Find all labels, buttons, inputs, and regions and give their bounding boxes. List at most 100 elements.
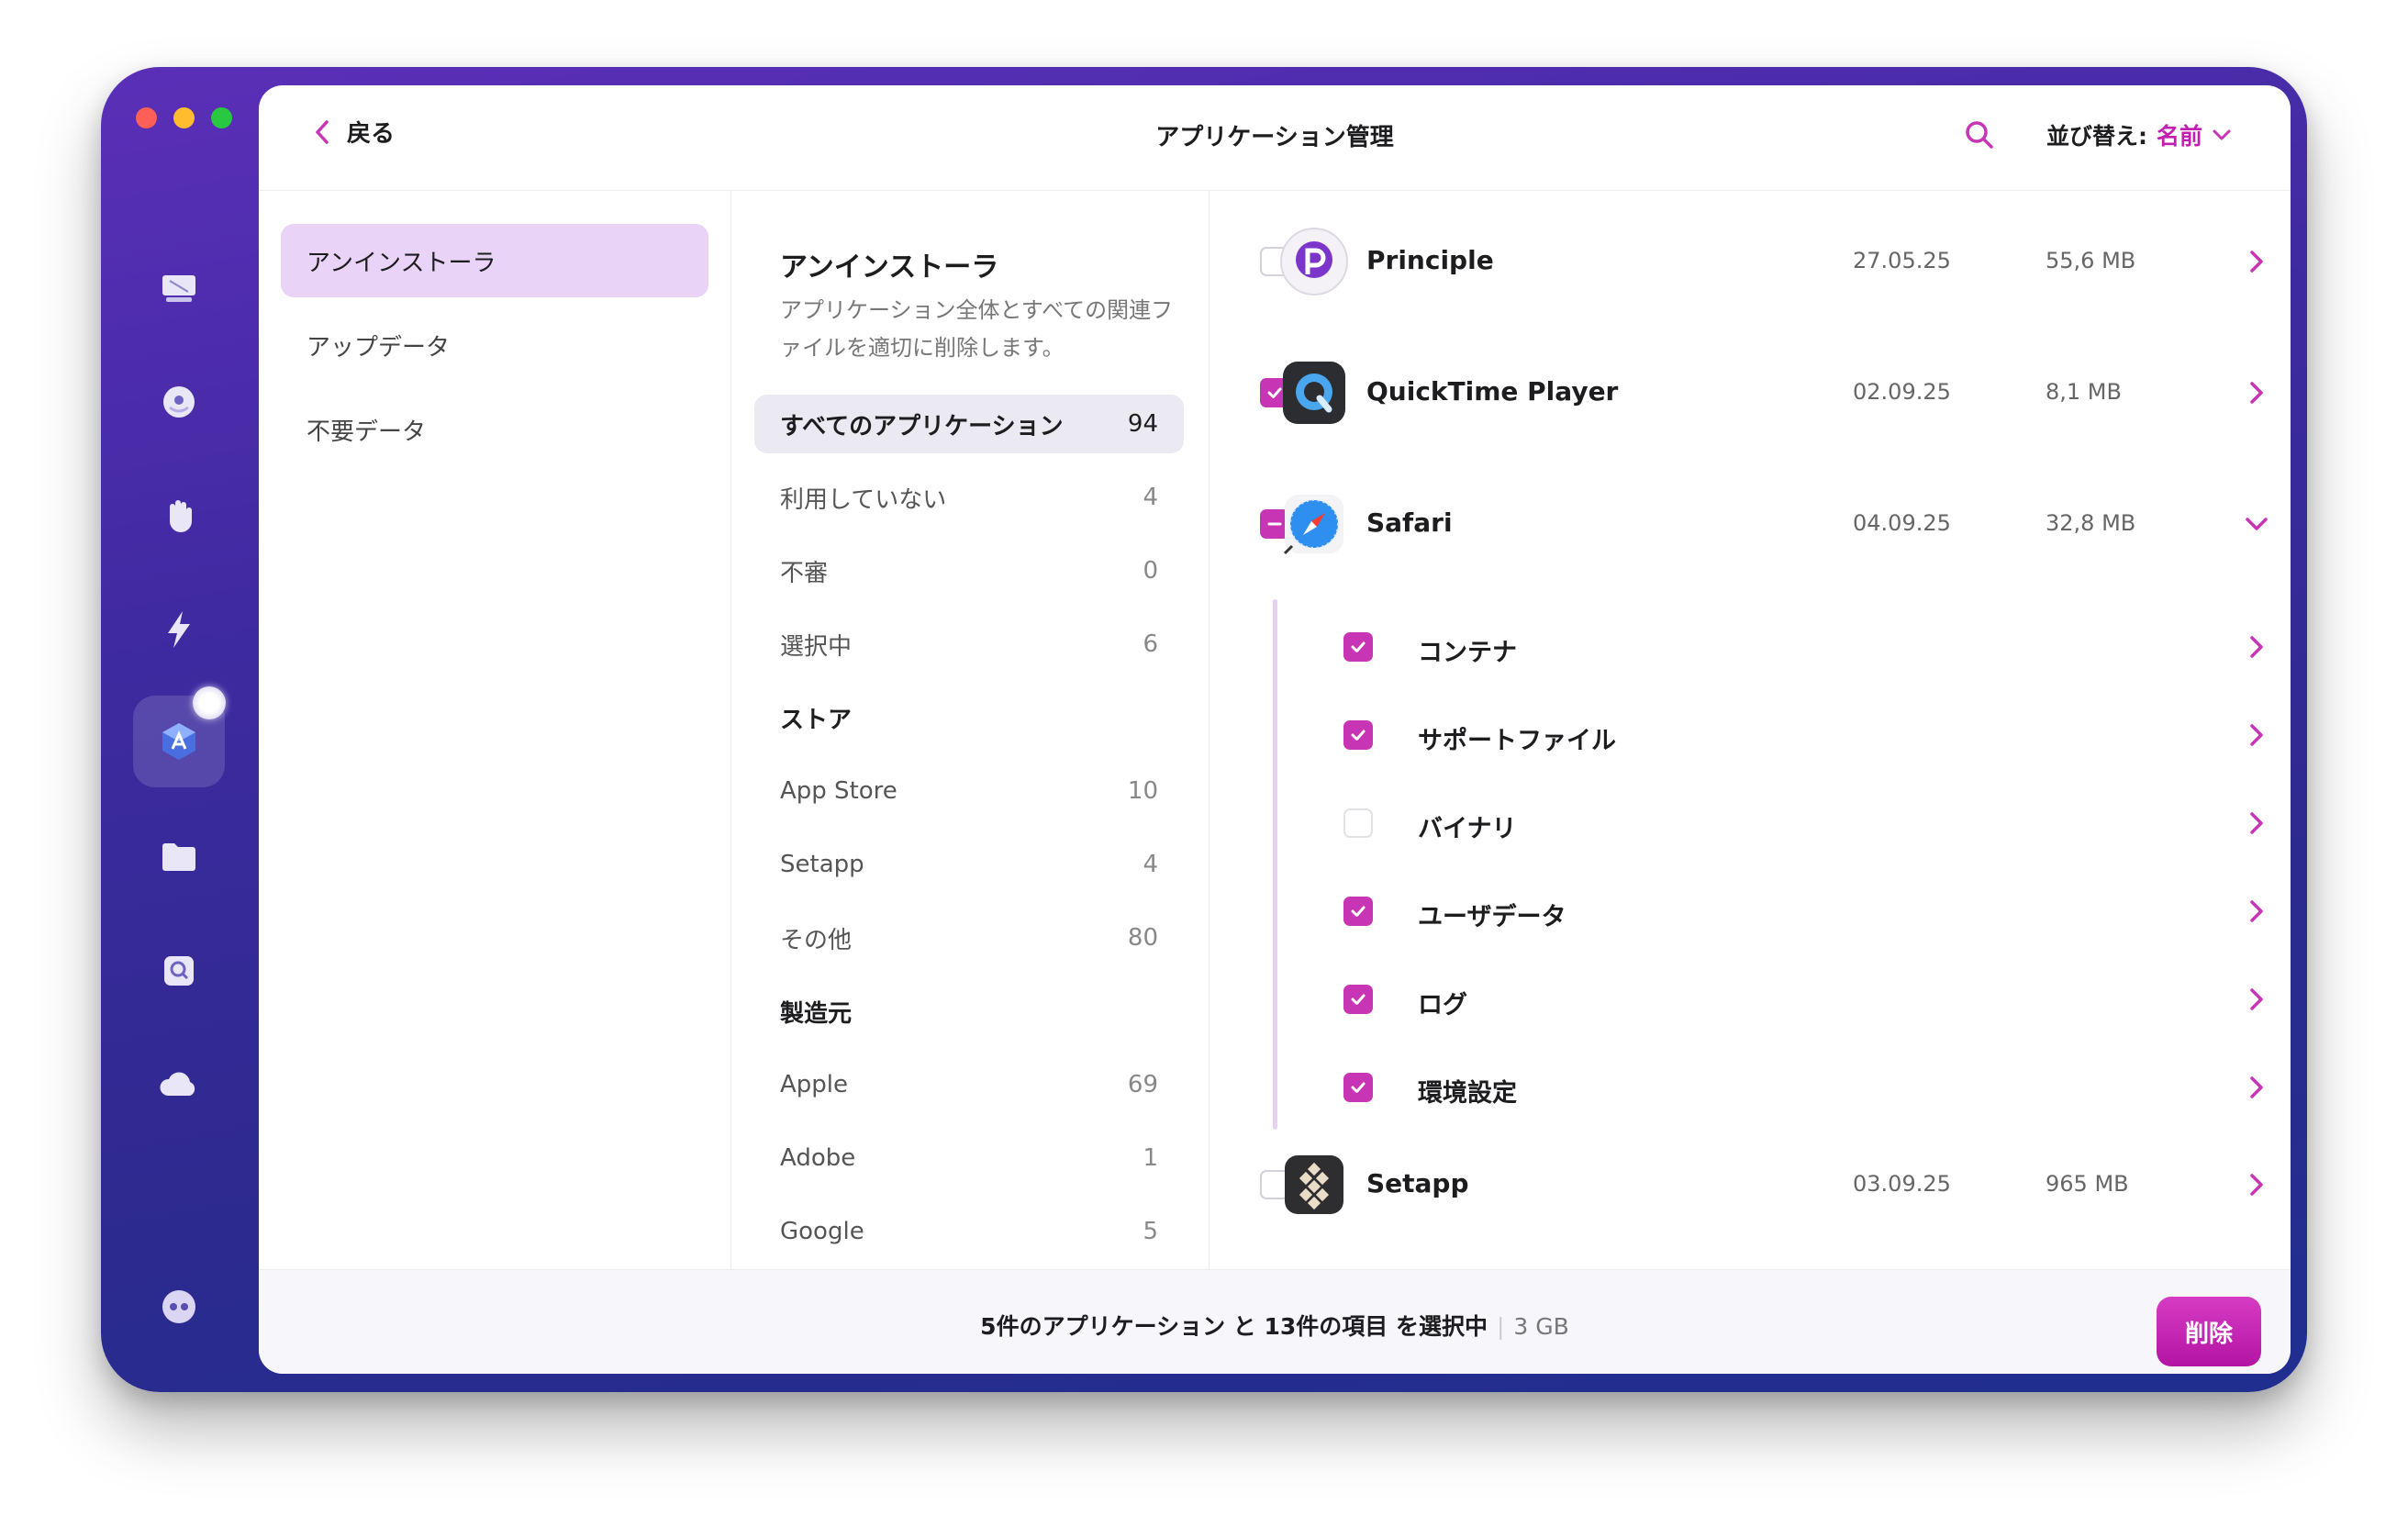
protection-icon[interactable]	[150, 373, 207, 430]
cloud-icon[interactable]	[150, 1056, 207, 1113]
category-label: 不審	[780, 559, 829, 587]
principle-icon	[1280, 228, 1348, 295]
app-size: 55,6 MB	[2046, 248, 2136, 273]
applications-icon[interactable]	[150, 713, 207, 770]
app-date: 03.09.25	[1853, 1171, 1951, 1197]
category-label: Google	[780, 1218, 864, 1245]
item-checkbox[interactable]	[1343, 720, 1373, 750]
checkmark-icon	[1351, 730, 1366, 741]
app-date: 02.09.25	[1853, 379, 1951, 405]
chevron-right-icon[interactable]	[2243, 379, 2270, 407]
item-checkbox[interactable]	[1343, 808, 1373, 838]
category-label: 選択中	[780, 632, 853, 661]
app-list: Principle 27.05.25 55,6 MB QuickTime Pla…	[1210, 191, 2291, 1269]
item-label: バイナリ	[1418, 815, 1517, 843]
category-label: すべてのアプリケーション	[780, 412, 1064, 440]
sidebar: アンインストーラ アップデータ 不要データ	[259, 191, 731, 1269]
safari-item-binaries[interactable]: バイナリ	[1210, 791, 2291, 855]
main-content: 戻る アプリケーション管理 並び替え: 名前 アンインストーラ アップデータ 不…	[259, 85, 2291, 1374]
selection-size: 3 GB	[1513, 1313, 1569, 1340]
category-other[interactable]: その他 80	[754, 908, 1184, 967]
app-size: 8,1 MB	[2046, 379, 2122, 405]
chevron-right-icon[interactable]	[2243, 721, 2270, 749]
sidebar-item-label: アップデータ	[307, 333, 451, 362]
checkmark-icon	[1351, 1082, 1366, 1093]
category-count: 69	[1127, 1071, 1158, 1098]
sidebar-item-label: 不要データ	[307, 418, 427, 446]
sidebar-item-label: アンインストーラ	[307, 249, 496, 277]
app-size: 965 MB	[2046, 1171, 2129, 1197]
app-row-setapp[interactable]: Setapp 03.09.25 965 MB	[1210, 1134, 2291, 1235]
safari-item-logs[interactable]: ログ	[1210, 967, 2291, 1031]
chevron-right-icon[interactable]	[2243, 809, 2270, 837]
safari-item-user-data[interactable]: ユーザデータ	[1210, 879, 2291, 943]
category-apple[interactable]: Apple 69	[754, 1055, 1184, 1114]
safari-item-preferences[interactable]: 環境設定	[1210, 1055, 2291, 1120]
smart-scan-icon[interactable]	[150, 260, 207, 317]
chevron-right-icon[interactable]	[2243, 1074, 2270, 1101]
item-label: コンテナ	[1418, 639, 1517, 667]
performance-bolt-icon[interactable]	[150, 601, 207, 658]
item-label: ユーザデータ	[1418, 903, 1566, 931]
safari-item-support-files[interactable]: サポートファイル	[1210, 703, 2291, 767]
app-name: Setapp	[1366, 1168, 1469, 1198]
safari-item-containers[interactable]: コンテナ	[1210, 615, 2291, 679]
chevron-right-icon[interactable]	[2243, 633, 2270, 661]
item-checkbox[interactable]	[1343, 632, 1373, 662]
item-label: 環境設定	[1418, 1079, 1517, 1108]
delete-button[interactable]: 削除	[2157, 1297, 2261, 1366]
chevron-right-icon[interactable]	[2243, 248, 2270, 275]
item-checkbox[interactable]	[1343, 897, 1373, 926]
category-section-label: ストア	[780, 706, 853, 734]
app-date: 04.09.25	[1853, 510, 1951, 536]
space-lens-icon[interactable]	[150, 942, 207, 999]
chevron-right-icon[interactable]	[2243, 1171, 2270, 1198]
category-label: Apple	[780, 1071, 849, 1098]
category-unused[interactable]: 利用していない 4	[754, 468, 1184, 527]
category-suspicious[interactable]: 不審 0	[754, 541, 1184, 600]
app-window: 戻る アプリケーション管理 並び替え: 名前 アンインストーラ アップデータ 不…	[101, 67, 2307, 1392]
app-name: QuickTime Player	[1366, 376, 1619, 407]
category-selected[interactable]: 選択中 6	[754, 615, 1184, 674]
category-count: 4	[1143, 851, 1158, 878]
app-name: Safari	[1366, 507, 1453, 538]
app-row-safari[interactable]: Safari 04.09.25 32,8 MB	[1210, 474, 2291, 574]
category-all-apps[interactable]: すべてのアプリケーション 94	[754, 395, 1184, 453]
chevron-right-icon[interactable]	[2243, 986, 2270, 1013]
sidebar-item-updater[interactable]: アップデータ	[281, 308, 708, 382]
app-name: Principle	[1366, 245, 1494, 275]
chevron-down-icon[interactable]	[2243, 510, 2270, 538]
toolbar: 戻る アプリケーション管理 並び替え: 名前	[259, 85, 2291, 191]
privacy-hand-icon[interactable]	[150, 487, 207, 544]
sort-label: 並び替え:	[2046, 123, 2147, 150]
category-google[interactable]: Google 5	[754, 1202, 1184, 1261]
category-count: 4	[1143, 484, 1158, 511]
category-label: Setapp	[780, 851, 864, 878]
assistant-icon[interactable]	[150, 1278, 207, 1335]
category-panel: アンインストーラ アプリケーション全体とすべての関連ファイルを適切に削除します。…	[732, 191, 1210, 1269]
sort-dropdown[interactable]: 並び替え: 名前	[2046, 118, 2232, 151]
search-icon[interactable]	[1961, 117, 1998, 153]
item-checkbox[interactable]	[1343, 1073, 1373, 1102]
category-adobe[interactable]: Adobe 1	[754, 1129, 1184, 1187]
category-section-vendor: 製造元	[754, 982, 1184, 1041]
app-row-principle[interactable]: Principle 27.05.25 55,6 MB	[1210, 211, 2291, 312]
category-app-store[interactable]: App Store 10	[754, 762, 1184, 820]
sidebar-item-uninstaller[interactable]: アンインストーラ	[281, 224, 708, 297]
category-label: 利用していない	[780, 485, 947, 514]
notification-badge	[193, 686, 226, 719]
app-row-quicktime[interactable]: QuickTime Player 02.09.25 8,1 MB	[1210, 342, 2291, 443]
chevron-right-icon[interactable]	[2243, 897, 2270, 925]
category-setapp[interactable]: Setapp 4	[754, 835, 1184, 894]
files-folder-icon[interactable]	[150, 829, 207, 886]
category-count: 1	[1143, 1144, 1158, 1172]
divider: |	[1496, 1313, 1505, 1340]
sort-value: 名前	[2157, 123, 2203, 150]
category-count: 6	[1143, 630, 1158, 658]
category-count: 94	[1127, 410, 1158, 438]
setapp-icon	[1285, 1155, 1343, 1214]
item-label: ログ	[1418, 991, 1467, 1020]
sidebar-item-leftovers[interactable]: 不要データ	[281, 393, 708, 466]
item-checkbox[interactable]	[1343, 985, 1373, 1014]
chevron-down-icon	[2213, 129, 2231, 140]
